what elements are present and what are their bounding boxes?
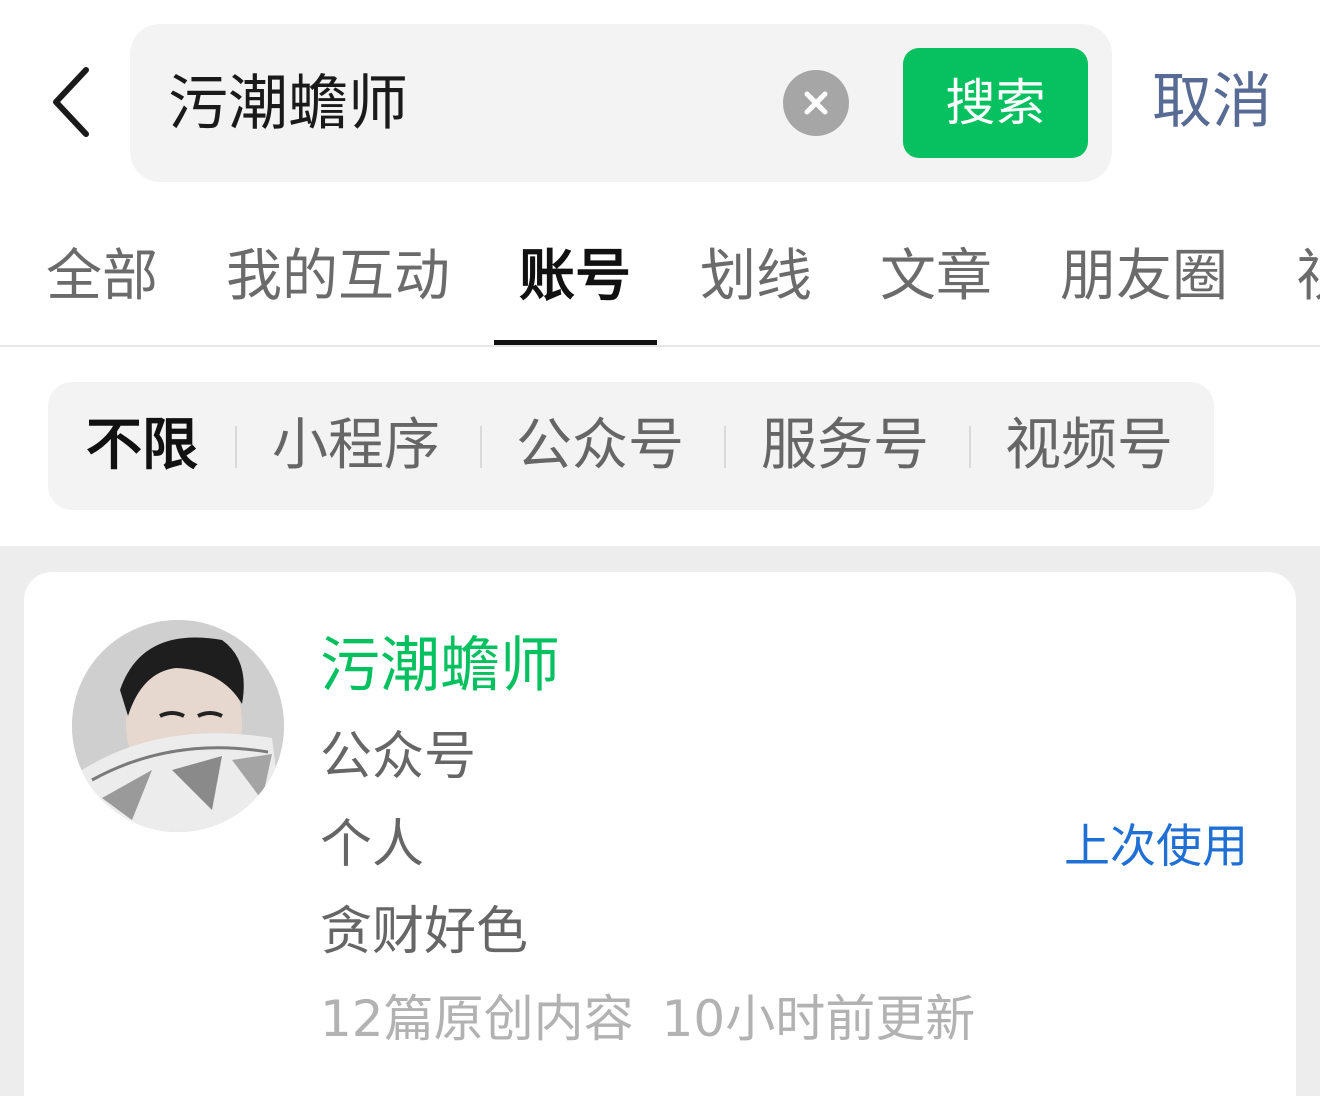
tab-highlights[interactable]: 划线 xyxy=(700,234,812,320)
last-used-badge: 上次使用 xyxy=(1064,819,1248,873)
search-box[interactable]: 污潮蟾师 搜索 xyxy=(130,24,1112,182)
tab-all[interactable]: 全部 xyxy=(46,234,158,320)
search-header: 污潮蟾师 搜索 取消 xyxy=(0,0,1320,200)
search-page: 污潮蟾师 搜索 取消 全部 我的互动 账号 划线 文章 朋友圈 视 不限 小程序… xyxy=(0,0,1320,1096)
filter-separator xyxy=(969,426,971,468)
account-name[interactable]: 污潮蟾师 xyxy=(320,628,560,704)
category-tabs: 全部 我的互动 账号 划线 文章 朋友圈 视 xyxy=(0,210,1320,346)
update-time: 10小时前更新 xyxy=(661,990,976,1048)
tab-articles[interactable]: 文章 xyxy=(880,234,992,320)
avatar-image xyxy=(72,620,284,832)
tab-video[interactable]: 视 xyxy=(1296,234,1320,320)
account-meta: 12篇原创内容 10小时前更新 xyxy=(320,984,975,1054)
account-category: 个人 xyxy=(320,815,425,875)
filter-separator xyxy=(724,426,726,468)
search-button[interactable]: 搜索 xyxy=(903,48,1088,158)
clear-button[interactable] xyxy=(783,70,849,136)
avatar[interactable] xyxy=(72,620,284,832)
filter-unlimited[interactable]: 不限 xyxy=(86,406,198,486)
filter-separator xyxy=(235,426,237,468)
account-type: 公众号 xyxy=(320,727,477,787)
account-result-card[interactable]: 污潮蟾师 公众号 个人 贪财好色 12篇原创内容 10小时前更新 上次使用 xyxy=(24,572,1296,1096)
filter-service-account[interactable]: 服务号 xyxy=(761,406,929,486)
filter-mini-program[interactable]: 小程序 xyxy=(272,406,440,486)
cancel-button[interactable]: 取消 xyxy=(1140,60,1284,144)
clear-icon xyxy=(804,91,828,115)
search-input[interactable]: 污潮蟾师 xyxy=(168,64,408,144)
filter-official-account[interactable]: 公众号 xyxy=(516,406,684,486)
tab-moments[interactable]: 朋友圈 xyxy=(1060,234,1228,320)
account-bio: 贪财好色 xyxy=(320,902,529,962)
chevron-left-icon xyxy=(53,67,89,137)
tabs-divider xyxy=(0,345,1320,347)
article-count: 12篇原创内容 xyxy=(320,990,634,1048)
account-type-filter: 不限 小程序 公众号 服务号 视频号 xyxy=(48,382,1214,510)
back-button[interactable] xyxy=(44,66,96,138)
tab-my-interactions[interactable]: 我的互动 xyxy=(226,234,450,320)
tab-accounts[interactable]: 账号 xyxy=(519,234,631,320)
filter-separator xyxy=(480,426,482,468)
filter-channels[interactable]: 视频号 xyxy=(1005,406,1173,486)
